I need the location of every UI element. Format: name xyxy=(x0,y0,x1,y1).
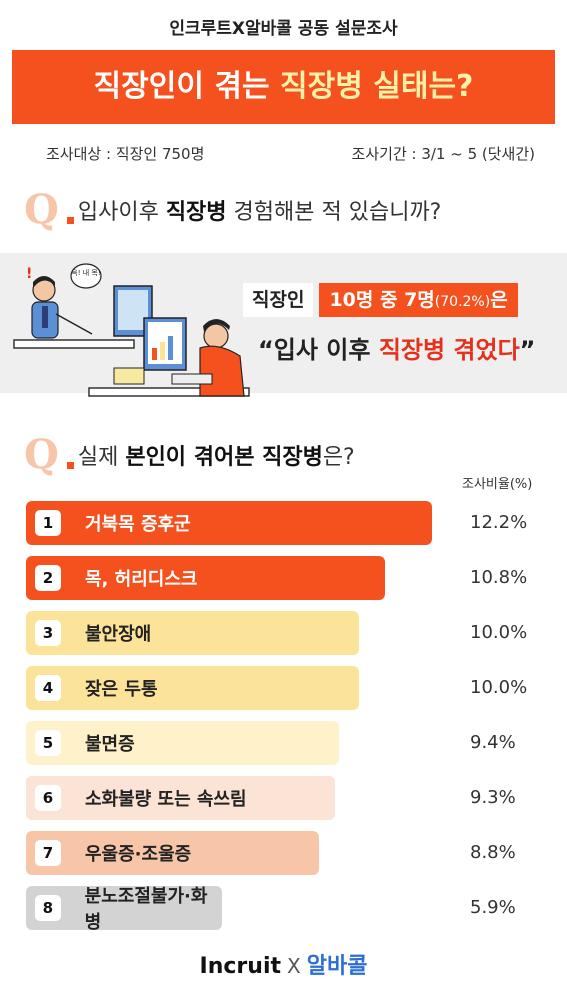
bar-value-label: 5.9% xyxy=(470,897,516,918)
question-1-bold: 직장병 xyxy=(165,200,227,225)
bar-2: 2 목, 허리디스크 xyxy=(26,556,385,600)
result-highlight-box: 10명 중 7명(70.2%)은 xyxy=(319,283,518,317)
incruit-logo: Incruit xyxy=(199,954,282,979)
bar-label: 목, 허리디스크 xyxy=(85,569,198,590)
bar-label: 소화불량 또는 속쓰림 xyxy=(85,789,247,810)
result-label: 직장인 xyxy=(243,283,314,317)
quote-after: ” xyxy=(519,336,536,364)
bar-label: 분노조절불가·화병 xyxy=(84,886,208,933)
result-headline: 직장인 10명 중 7명(70.2%)은 xyxy=(243,283,518,317)
question-2: Q 실제 본인이 겪어본 직장병은? xyxy=(24,435,355,475)
survey-target: 조사대상 : 직장인 750명 xyxy=(46,145,205,163)
bar-rank: 5 xyxy=(35,730,61,756)
bar-7: 7 우울증·조울증 xyxy=(26,831,319,875)
bar-5: 5 불면증 xyxy=(26,721,339,765)
bar-label: 잦은 두통 xyxy=(85,679,158,700)
bar-value-label: 10.0% xyxy=(470,677,528,698)
survey-period: 조사기간 : 3/1 ~ 5 (닷새간) xyxy=(351,145,535,163)
q-dot-icon xyxy=(66,462,74,469)
bar-3: 3 불안장애 xyxy=(26,611,359,655)
bar-label: 거북목 증후군 xyxy=(85,514,191,535)
result-quote: “입사 이후 직장병 겪었다” xyxy=(258,330,535,365)
question-2-before: 실제 xyxy=(77,445,126,470)
q-mark-icon: Q xyxy=(24,186,59,233)
q-mark-icon: Q xyxy=(24,431,59,478)
question-1-before: 입사이후 xyxy=(77,200,166,225)
bar-rank: 3 xyxy=(35,620,61,646)
bar-label: 불면증 xyxy=(85,734,135,755)
office-workers-illustration: ! 윽! 내 목! xyxy=(13,263,250,397)
bar-label: 불안장애 xyxy=(85,624,152,645)
bar-label: 우울증·조울증 xyxy=(85,844,192,865)
question-1: Q 입사이후 직장병 경험해본 적 있습니까? xyxy=(24,190,441,230)
bar-rank: 4 xyxy=(35,675,61,701)
question-1-text: 입사이후 직장병 경험해본 적 있습니까? xyxy=(78,194,442,226)
result-tail: 은 xyxy=(490,289,508,311)
bar-rank: 2 xyxy=(35,565,61,591)
bar-value-label: 9.4% xyxy=(470,732,516,753)
title-highlight: 직장병 실태는? xyxy=(280,69,474,104)
bar-value-label: 8.8% xyxy=(470,842,516,863)
bar-rank: 7 xyxy=(35,840,61,866)
bar-6: 6 소화불량 또는 속쓰림 xyxy=(26,776,335,820)
bar-value-label: 9.3% xyxy=(470,787,516,808)
bar-value-label: 10.0% xyxy=(470,622,528,643)
bar-8: 8 분노조절불가·화병 xyxy=(26,886,222,933)
title-text: 직장인이 겪는 xyxy=(93,69,281,104)
bar-rank: 1 xyxy=(35,510,61,536)
bar-value-label: 10.8% xyxy=(470,567,528,588)
q-dot-icon xyxy=(66,217,74,224)
survey-subtitle: 인크루트X알바콜 공동 설문조사 xyxy=(169,19,398,39)
question-2-after: 은? xyxy=(322,445,355,470)
question-1-after: 경험해본 적 있습니까? xyxy=(226,200,442,225)
bar-value-label: 12.2% xyxy=(470,512,528,533)
quote-before: “입사 이후 xyxy=(258,336,379,364)
title-banner: 직장인이 겪는 직장병 실태는? xyxy=(12,50,555,124)
footer-logos: Incruit X 알바콜 xyxy=(0,948,567,980)
svg-text:!: ! xyxy=(26,266,32,282)
bar-4: 4 잦은 두통 xyxy=(26,666,359,710)
bar-rank: 6 xyxy=(35,785,61,811)
bar-rank: 8 xyxy=(35,895,61,921)
result-main: 10명 중 7명 xyxy=(329,289,435,311)
result-percent: (70.2%) xyxy=(434,294,491,310)
albacall-logo: 알바콜 xyxy=(306,954,368,979)
column-header: 조사비율(%) xyxy=(462,477,533,492)
speech-bubble-text: 윽! 내 목! xyxy=(71,268,100,277)
question-2-bold: 본인이 겪어본 직장병 xyxy=(125,445,323,470)
quote-highlight: 직장병 겪었다 xyxy=(378,336,520,364)
bar-1: 1 거북목 증후군 xyxy=(26,501,432,545)
question-2-text: 실제 본인이 겪어본 직장병은? xyxy=(78,439,355,471)
logo-separator: X xyxy=(287,954,301,978)
